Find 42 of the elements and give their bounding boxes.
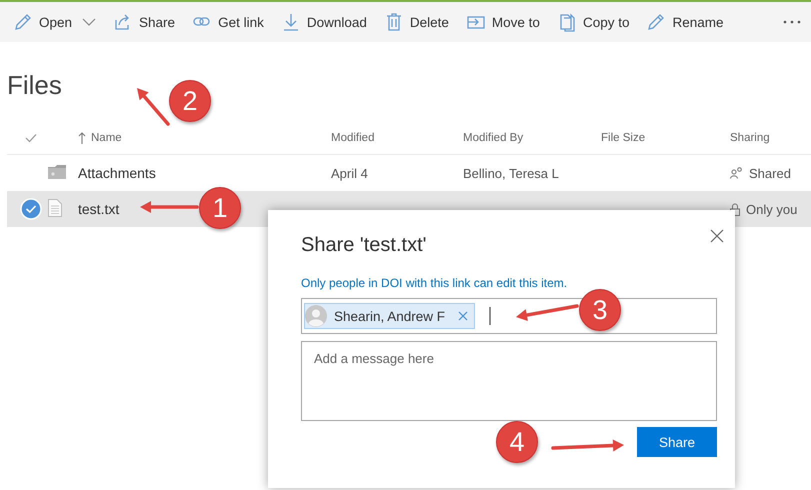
sharing-status: Shared xyxy=(749,166,791,180)
share-button[interactable]: Share xyxy=(637,427,717,457)
person-chip[interactable]: Shearin, Andrew F xyxy=(304,303,476,329)
pointer-arrow xyxy=(140,201,199,213)
step-number: 2 xyxy=(169,80,211,122)
close-button[interactable] xyxy=(709,228,725,244)
move-button[interactable]: Move to xyxy=(458,2,547,42)
message-field[interactable]: Add a message here xyxy=(301,341,717,421)
close-icon xyxy=(458,311,468,321)
file-name[interactable]: test.txt xyxy=(78,201,120,217)
modified-by: Bellino, Teresa L xyxy=(463,166,559,180)
file-name[interactable]: Attachments xyxy=(78,165,156,181)
link-button[interactable]: Get link xyxy=(185,2,271,42)
delete-button[interactable]: Delete xyxy=(376,2,456,42)
pencil-icon xyxy=(646,12,666,32)
pointer-arrow xyxy=(137,88,170,126)
close-icon xyxy=(709,228,725,244)
pointer-arrow xyxy=(516,304,579,321)
text-cursor-icon xyxy=(489,307,492,325)
folder-icon xyxy=(48,164,66,178)
link-notice: Only people in DOI with this link can edit this item. xyxy=(301,276,568,290)
column-header[interactable]: Sharing xyxy=(730,132,770,144)
check-icon[interactable] xyxy=(24,133,36,143)
download-button[interactable]: Download xyxy=(274,2,374,42)
person-name: Shearin, Andrew F xyxy=(334,308,446,324)
column-header[interactable]: Name xyxy=(91,132,122,144)
column-header[interactable]: Modified By xyxy=(463,132,524,144)
pencil-icon xyxy=(13,12,33,32)
column-header[interactable]: Modified xyxy=(331,132,374,144)
modified-date: April 4 xyxy=(331,166,368,180)
column-header[interactable]: File Size xyxy=(601,132,646,144)
dialog-title: Share 'test.txt' xyxy=(301,234,426,257)
rename-button[interactable]: Rename xyxy=(639,2,731,42)
share-button[interactable]: Share xyxy=(106,2,182,42)
more-icon[interactable] xyxy=(783,19,801,25)
sharing-status: Only you xyxy=(746,202,798,216)
checked-circle-icon[interactable] xyxy=(20,198,42,220)
page-title: Files xyxy=(7,70,62,102)
copy-button[interactable]: Copy to xyxy=(550,2,636,42)
open-button[interactable]: Open xyxy=(6,2,104,42)
avatar-icon xyxy=(305,305,327,327)
document-icon xyxy=(48,198,62,216)
